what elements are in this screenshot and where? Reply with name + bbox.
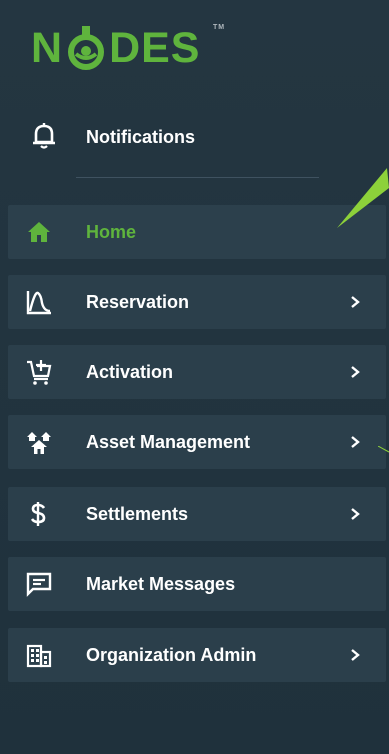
menu-item-activation[interactable]: Activation	[8, 345, 386, 399]
notifications-label: Notifications	[86, 127, 196, 147]
menu-item-home[interactable]: Home	[8, 205, 386, 259]
notifications-item[interactable]: Notifications	[0, 112, 389, 162]
annotation-line-icon	[378, 446, 389, 453]
chevron-right-icon	[349, 364, 361, 380]
chevron-right-icon	[349, 647, 361, 663]
trademark-label: TM	[213, 24, 226, 31]
annotation-arrow-icon	[337, 168, 389, 228]
menu-item-organization-admin[interactable]: Organization Admin	[8, 628, 386, 682]
menu-item-asset-management[interactable]: Asset Management	[8, 415, 386, 469]
menu-label-asset-management: Asset Management	[86, 432, 251, 452]
message-icon	[26, 571, 52, 597]
cart-add-icon	[26, 359, 52, 385]
menu-item-settlements[interactable]: Settlements	[8, 487, 386, 541]
chevron-right-icon	[349, 434, 361, 450]
dollar-icon	[26, 501, 52, 527]
houses-icon	[26, 429, 52, 455]
logo-letters-des: DES	[109, 23, 201, 72]
building-icon	[26, 642, 52, 668]
divider	[76, 177, 319, 178]
home-icon	[26, 219, 52, 245]
menu-label-market-messages: Market Messages	[86, 574, 236, 594]
menu-item-market-messages[interactable]: Market Messages	[8, 557, 386, 611]
reservation-icon	[26, 289, 52, 315]
chevron-right-icon	[349, 294, 361, 310]
menu-label-home: Home	[86, 222, 137, 242]
chevron-right-icon	[349, 506, 361, 522]
logo-o-icon	[65, 22, 107, 74]
menu-label-settlements: Settlements	[86, 504, 189, 524]
menu-label-organization-admin: Organization Admin	[86, 645, 257, 665]
bell-icon	[31, 122, 57, 150]
sidebar: N DES TM Notifications Home Reservation …	[0, 0, 389, 754]
nodes-logo[interactable]: N DES TM	[31, 22, 224, 74]
menu-label-reservation: Reservation	[86, 292, 190, 312]
menu-label-activation: Activation	[86, 362, 174, 382]
menu-item-reservation[interactable]: Reservation	[8, 275, 386, 329]
logo-letter-n: N	[31, 23, 64, 72]
